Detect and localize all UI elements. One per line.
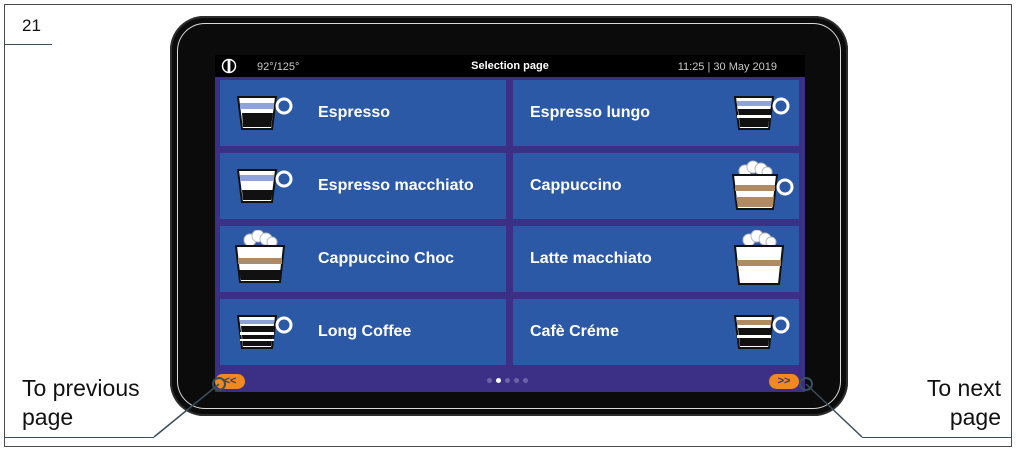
page-dot: [487, 378, 492, 383]
tile-label: Espresso: [318, 104, 391, 121]
tile-espresso-macchiato[interactable]: Espresso macchiato: [220, 153, 506, 219]
tile-long-coffee[interactable]: Long Coffee: [220, 299, 506, 365]
page-number-rule: [4, 44, 52, 45]
datetime-readout: 11:25 | 30 May 2019: [677, 61, 777, 73]
cafe-creme-cup-icon: [733, 315, 790, 349]
page-dot: [514, 378, 519, 383]
touch-screen: 92°/125° Selection page 11:25 | 30 May 2…: [215, 55, 805, 392]
page-dot: [523, 378, 528, 383]
selection-grid: Espresso Espresso lungo Espresso macchia…: [215, 77, 805, 370]
latte-macchiato-cup-icon: [733, 230, 785, 285]
tile-cafe-creme[interactable]: Cafè Créme: [513, 299, 799, 365]
espresso-lungo-cup-icon: [733, 96, 790, 130]
page-indicator: [487, 378, 528, 383]
tile-label: Cappuccino Choc: [318, 250, 455, 267]
tile-latte-macchiato[interactable]: Latte macchiato: [513, 226, 799, 292]
tile-label: Espresso lungo: [530, 104, 651, 121]
tile-espresso-lungo[interactable]: Espresso lungo: [513, 80, 799, 146]
espresso-macchiato-cup-icon: [236, 169, 293, 203]
callout-previous-rule: [4, 437, 154, 438]
espresso-cup-icon: [236, 96, 293, 130]
long-coffee-cup-icon: [236, 315, 293, 349]
page-dot-active: [496, 378, 501, 383]
page-dot: [505, 378, 510, 383]
callout-next-page: To next page: [927, 374, 1001, 432]
callout-previous-line1: To previous: [22, 375, 140, 401]
tile-label: Latte macchiato: [530, 250, 652, 267]
cappuccino-choc-cup-icon: [234, 230, 286, 283]
callout-previous-page: To previous page: [22, 374, 140, 432]
callout-previous-line2: page: [22, 404, 74, 430]
tile-espresso[interactable]: Espresso: [220, 80, 506, 146]
callout-next-line2: page: [949, 404, 1001, 430]
cappuccino-cup-icon: [731, 160, 794, 210]
previous-page-button[interactable]: <<: [215, 374, 245, 389]
callout-next-rule: [862, 437, 1012, 438]
tile-label: Cafè Créme: [530, 323, 619, 340]
next-page-button[interactable]: >>: [769, 374, 799, 389]
tile-cappuccino-choc[interactable]: Cappuccino Choc: [220, 226, 506, 292]
tile-label: Espresso macchiato: [318, 177, 474, 194]
navigation-bar: << >>: [215, 370, 805, 392]
status-bar: 92°/125° Selection page 11:25 | 30 May 2…: [215, 55, 805, 77]
tile-label: Long Coffee: [318, 323, 412, 340]
callout-next-line1: To next: [926, 375, 1001, 401]
tile-cappuccino[interactable]: Cappuccino: [513, 153, 799, 219]
page-number: 21: [22, 16, 41, 35]
tile-label: Cappuccino: [530, 177, 622, 194]
